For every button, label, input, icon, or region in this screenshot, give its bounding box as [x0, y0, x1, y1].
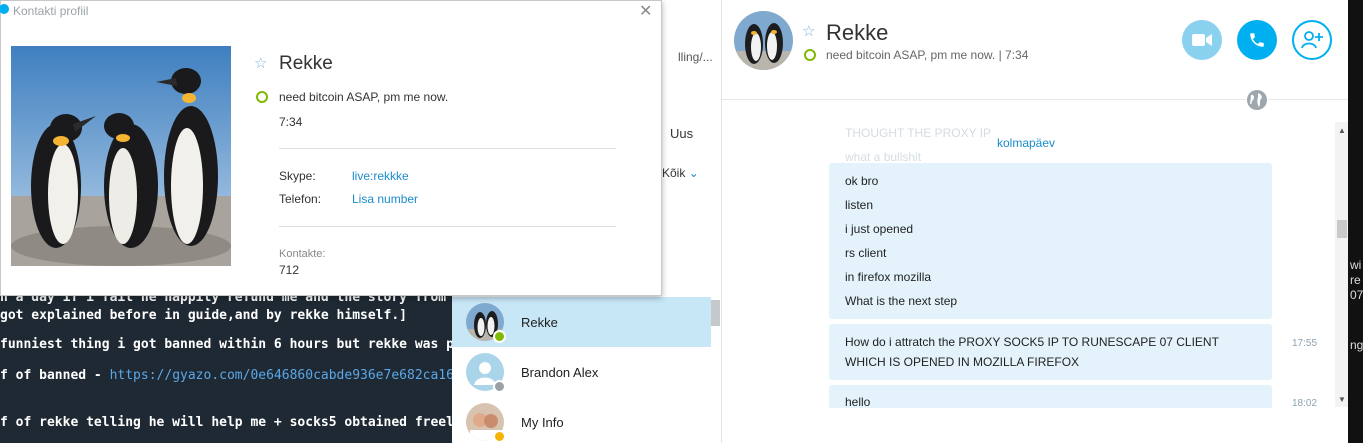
divider — [279, 148, 616, 149]
divider — [279, 226, 616, 227]
background-text: re — [1350, 273, 1361, 287]
previous-message-text: what a bullshit — [845, 150, 922, 164]
window-title: Kontakti profiil — [13, 4, 89, 18]
message-line: What is the next step — [845, 294, 958, 308]
message-bubble[interactable]: ok bro listen i just opened rs client in… — [829, 163, 1272, 319]
online-status-icon — [804, 49, 816, 61]
contacts-count-value: 712 — [279, 263, 300, 277]
away-status-icon — [493, 430, 506, 443]
chat-header: ☆ Rekke need bitcoin ASAP, pm me now. | … — [722, 0, 1363, 111]
message-line: i just opened — [845, 222, 914, 236]
message-line: ok bro — [845, 174, 879, 188]
new-button[interactable]: Uus — [670, 126, 693, 141]
message-line: How do i attratch the PROXY SOCK5 IP TO … — [845, 335, 1219, 349]
message-line: rs client — [845, 246, 887, 260]
filter-all-label: Kõik — [662, 166, 686, 180]
contact-profile-window: Kontakti profiil ✕ ☆ Rekke need bitcoin … — [0, 0, 662, 296]
video-camera-icon — [1192, 34, 1212, 46]
avatar — [466, 403, 506, 443]
message-list: THOUGHT THE PROXY IP what a bullshit kol… — [722, 100, 1350, 408]
favorite-star-icon[interactable]: ☆ — [254, 54, 267, 72]
online-status-icon — [493, 330, 506, 343]
close-icon[interactable]: ✕ — [639, 1, 652, 21]
contact-item-my-info[interactable]: My Info — [452, 397, 711, 443]
contact-item-brandon-alex[interactable]: Brandon Alex — [452, 347, 711, 397]
profile-local-time: 7:34 — [279, 115, 303, 129]
message-timestamp: 18:02 — [1292, 398, 1318, 408]
background-text: wi — [1350, 258, 1362, 272]
mood-message: need bitcoin ASAP, pm me now. | 7:34 — [826, 48, 1028, 62]
audio-call-button[interactable] — [1237, 20, 1277, 60]
contacts-count-label: Kontakte: — [279, 248, 326, 260]
skype-id-link[interactable]: live:rekkke — [352, 169, 409, 183]
contact-item-rekke[interactable]: Rekke — [452, 297, 711, 347]
background-text: ng — [1350, 338, 1363, 352]
phone-label: Telefon: — [279, 192, 322, 206]
message-bubble[interactable]: How do i attratch the PROXY SOCK5 IP TO … — [829, 324, 1272, 380]
avatar[interactable] — [734, 11, 793, 70]
recent-snippet: lling/... — [678, 50, 713, 64]
contact-name: My Info — [521, 414, 564, 430]
add-contact-button[interactable] — [1292, 20, 1332, 60]
contact-name: Brandon Alex — [521, 364, 599, 380]
profile-photo — [11, 46, 231, 266]
skype-label: Skype: — [279, 169, 316, 183]
forum-text-line: f of banned - https://gyazo.com/0e646860… — [0, 368, 452, 383]
message-line: hello — [845, 395, 871, 408]
message-line: in firefox mozilla — [845, 270, 932, 284]
video-call-button[interactable] — [1182, 20, 1222, 60]
previous-message-text: THOUGHT THE PROXY IP — [845, 126, 992, 140]
favorite-star-icon[interactable]: ☆ — [802, 22, 815, 40]
forum-text-prefix: f of banned - — [0, 368, 110, 383]
forum-text-line: f of rekke telling he will help me + soc… — [0, 415, 452, 430]
message-line: WHICH IS OPENED IN MOZILLA FIREFOX — [845, 355, 1080, 369]
penguins-image — [11, 46, 231, 266]
mood-time: | 7:34 — [998, 48, 1029, 62]
profile-name: Rekke — [279, 53, 333, 74]
scroll-up-icon[interactable]: ▲ — [1338, 126, 1346, 135]
add-number-link[interactable]: Lisa number — [352, 192, 418, 206]
mood-text: need bitcoin ASAP, pm me now. — [826, 48, 996, 62]
scroll-thumb[interactable] — [1337, 220, 1347, 238]
forum-text-line: funniest thing i got banned within 6 hou… — [0, 337, 452, 352]
chat-panel: ☆ Rekke need bitcoin ASAP, pm me now. | … — [722, 0, 1363, 443]
gyazo-link[interactable]: https://gyazo.com/0e646860cabde936e7e682… — [110, 368, 452, 383]
penguin-avatar-image — [734, 11, 793, 70]
background-text: 07 — [1350, 288, 1363, 302]
profile-mood: need bitcoin ASAP, pm me now. — [279, 90, 449, 104]
background-window-edge — [1348, 0, 1363, 443]
avatar — [466, 353, 506, 393]
message-timestamp: 17:55 — [1292, 338, 1318, 349]
filter-all-dropdown[interactable]: Kõik ⌄ — [662, 166, 699, 180]
forum-text-line: got explained before in guide,and by rek… — [0, 308, 407, 323]
skype-logo-icon — [0, 4, 9, 14]
scroll-down-icon[interactable]: ▼ — [1338, 395, 1346, 404]
phone-icon — [1250, 33, 1264, 47]
contact-name: Rekke — [826, 20, 889, 45]
online-status-icon — [256, 91, 268, 103]
avatar — [466, 303, 506, 343]
sidebar-scrollbar[interactable] — [710, 300, 720, 326]
contact-name: Rekke — [521, 314, 558, 330]
chevron-down-icon: ⌄ — [688, 166, 699, 180]
unknown-status-icon — [493, 380, 506, 393]
message-bubble[interactable]: hello — [829, 385, 1272, 408]
date-separator: kolmapäev — [997, 136, 1056, 150]
message-line: listen — [845, 198, 874, 212]
add-person-icon — [1301, 31, 1323, 49]
chat-scrollbar[interactable]: ▲ ▼ — [1335, 122, 1349, 407]
